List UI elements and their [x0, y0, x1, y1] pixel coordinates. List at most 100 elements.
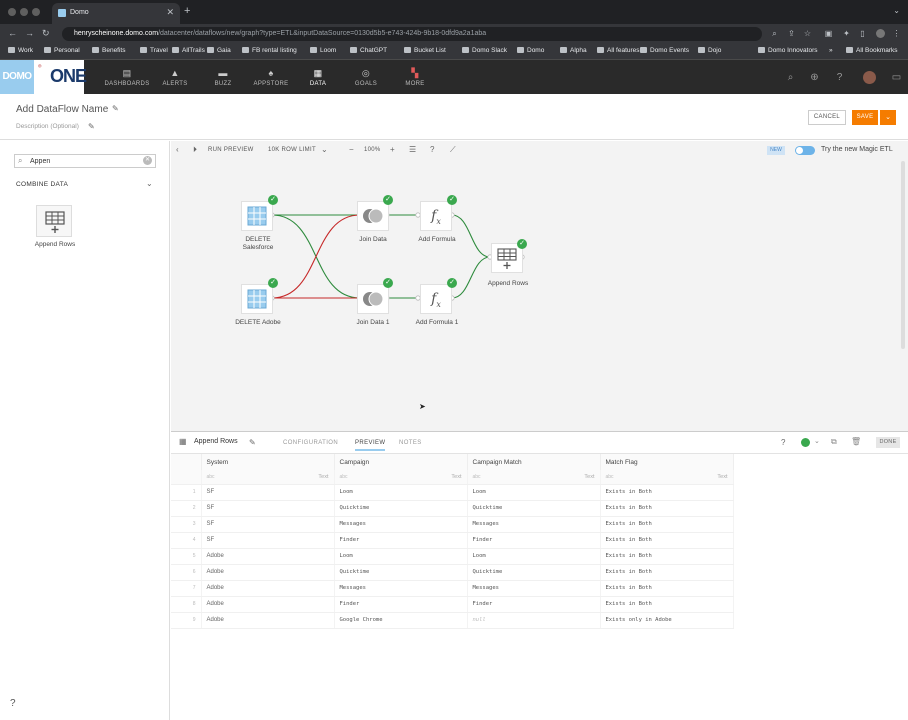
bookmark-item[interactable]: Domo Innovators	[758, 47, 818, 54]
nav-alerts[interactable]: ▲ ALERTS	[158, 60, 192, 94]
bookmark-item[interactable]: All features	[597, 47, 640, 54]
add-icon[interactable]: ⊕	[809, 72, 820, 83]
tile-search-input[interactable]	[30, 156, 140, 166]
nav-dashboards[interactable]: ▤ DASHBOARDS	[102, 60, 152, 94]
table-cell[interactable]: SF	[201, 516, 335, 533]
chevron-down-icon[interactable]: ⌄	[146, 179, 153, 188]
puzzle-icon[interactable]: ✦	[842, 29, 851, 38]
tab-notes[interactable]: NOTES	[399, 440, 422, 446]
column-header-system[interactable]: System	[201, 454, 335, 470]
sidepanel-icon[interactable]: ▯	[858, 29, 867, 38]
rename-tile-pencil-icon[interactable]: ✎	[249, 438, 256, 447]
menu-kebab-icon[interactable]: ⋮	[892, 29, 901, 38]
dataflow-description[interactable]: Description (Optional)	[16, 123, 79, 130]
tab-configuration[interactable]: CONFIGURATION	[283, 440, 338, 446]
profile-icon[interactable]	[876, 29, 885, 38]
table-cell[interactable]: Messages	[467, 516, 601, 533]
table-cell[interactable]: Adobe	[201, 580, 335, 597]
table-cell[interactable]: Finder	[467, 532, 601, 549]
bookmark-item[interactable]: Travel	[140, 47, 168, 54]
bookmark-item[interactable]: Domo Events	[640, 47, 689, 54]
table-cell[interactable]: Adobe	[201, 564, 335, 581]
table-cell[interactable]: Quicktime	[467, 564, 601, 581]
table-cell[interactable]: Loom	[334, 484, 468, 501]
tab-preview[interactable]: PREVIEW	[355, 440, 386, 451]
table-cell[interactable]: Finder	[334, 596, 468, 613]
append-rows-tile[interactable]	[36, 205, 72, 237]
table-cell[interactable]: Exists in Both	[600, 580, 734, 597]
table-cell[interactable]: Adobe	[201, 548, 335, 565]
nav-appstore[interactable]: ♠ APPSTORE	[252, 60, 290, 94]
dataflow-name[interactable]: Add DataFlow Name	[16, 104, 108, 115]
bookmark-item[interactable]: FB rental listing	[242, 47, 297, 54]
node-add-formula[interactable]: fx	[420, 201, 452, 231]
edge-formula2-append[interactable]	[451, 256, 491, 299]
new-tab-icon[interactable]: +	[184, 5, 190, 17]
browser-tab[interactable]: Domo ✕	[52, 3, 180, 24]
nav-more[interactable]: ▚ MORE	[400, 60, 430, 94]
bookmarks-overflow-icon[interactable]: »	[829, 47, 833, 54]
help-icon[interactable]: ?	[834, 72, 845, 83]
search-page-icon[interactable]: ⌕	[770, 29, 779, 38]
help-question-icon[interactable]: ?	[10, 698, 16, 709]
table-cell[interactable]: Exists in Both	[600, 484, 734, 501]
table-cell[interactable]: Finder	[467, 596, 601, 613]
column-header-campaign-match[interactable]: Campaign Match	[467, 454, 601, 470]
table-cell[interactable]: Exists in Both	[600, 596, 734, 613]
dataflow-canvas[interactable]: ‹ ⏵ RUN PREVIEW 10K ROW LIMIT ⌄ − 100% +…	[171, 141, 908, 431]
table-cell[interactable]: Exists in Both	[600, 516, 734, 533]
table-cell[interactable]: Quicktime	[467, 500, 601, 517]
chat-icon[interactable]: ▭	[891, 72, 902, 83]
bookmark-item[interactable]: Benefits	[92, 47, 126, 54]
table-cell[interactable]: Exists in Both	[600, 564, 734, 581]
edit-name-pencil-icon[interactable]: ✎	[112, 104, 119, 113]
domo-logo[interactable]: DOMO	[0, 60, 34, 94]
clear-search-icon[interactable]: ✕	[143, 156, 152, 165]
table-cell[interactable]: Adobe	[201, 596, 335, 613]
bookmark-item[interactable]: ChatGPT	[350, 47, 387, 54]
table-cell[interactable]: Exists in Both	[600, 532, 734, 549]
node-delete-salesforce[interactable]	[241, 201, 273, 231]
table-cell[interactable]: Messages	[334, 516, 468, 533]
done-button[interactable]: DONE	[876, 437, 900, 448]
column-header-match-flag[interactable]: Match Flag	[600, 454, 734, 470]
copy-tile-icon[interactable]: ⧉	[831, 437, 837, 447]
window-close-dot[interactable]	[8, 8, 16, 16]
bookmark-item[interactable]: Loom	[310, 47, 336, 54]
bookmark-item[interactable]: AllTrails	[172, 47, 205, 54]
table-cell[interactable]: SF	[201, 500, 335, 517]
combine-data-section-title[interactable]: COMBINE DATA	[16, 181, 68, 188]
node-join-data[interactable]	[357, 201, 389, 231]
share-icon[interactable]: ⇪	[787, 29, 796, 38]
edge-adobe-join1[interactable]	[271, 214, 361, 299]
bookmark-item[interactable]: Personal	[44, 47, 80, 54]
tab-close-icon[interactable]: ✕	[166, 7, 174, 18]
bookmark-item[interactable]: Domo	[517, 47, 544, 54]
table-cell[interactable]: Exists in Both	[600, 500, 734, 517]
search-icon[interactable]: ⌕	[785, 72, 796, 83]
table-cell[interactable]: null	[467, 612, 601, 629]
nav-data[interactable]: ▦ DATA	[305, 60, 331, 94]
avatar[interactable]	[863, 71, 876, 84]
tile-search-field[interactable]: ⌕ ✕	[14, 154, 156, 168]
tab-search-icon[interactable]: ⌄	[893, 6, 900, 15]
table-cell[interactable]: Adobe	[201, 612, 335, 629]
bookmark-item[interactable]: Work	[8, 47, 33, 54]
cancel-button[interactable]: CANCEL	[808, 110, 846, 125]
window-zoom-dot[interactable]	[32, 8, 40, 16]
forward-icon[interactable]: →	[25, 28, 34, 38]
url-field[interactable]: henryscheinone.domo.com/datacenter/dataf…	[62, 27, 762, 41]
table-cell[interactable]: SF	[201, 532, 335, 549]
bookmark-item[interactable]: Gaia	[207, 47, 231, 54]
table-cell[interactable]: Messages	[467, 580, 601, 597]
save-button[interactable]: SAVE	[852, 110, 878, 125]
all-bookmarks[interactable]: All Bookmarks	[846, 47, 898, 54]
window-minimize-dot[interactable]	[20, 8, 28, 16]
back-icon[interactable]: ←	[8, 28, 17, 38]
nav-goals[interactable]: ◎ GOALS	[350, 60, 382, 94]
henry-schein-one-logo[interactable]: ◎ ONE	[34, 60, 87, 94]
table-cell[interactable]: Loom	[334, 548, 468, 565]
table-cell[interactable]: Messages	[334, 580, 468, 597]
table-cell[interactable]: Finder	[334, 532, 468, 549]
table-cell[interactable]: Exists in Both	[600, 548, 734, 565]
